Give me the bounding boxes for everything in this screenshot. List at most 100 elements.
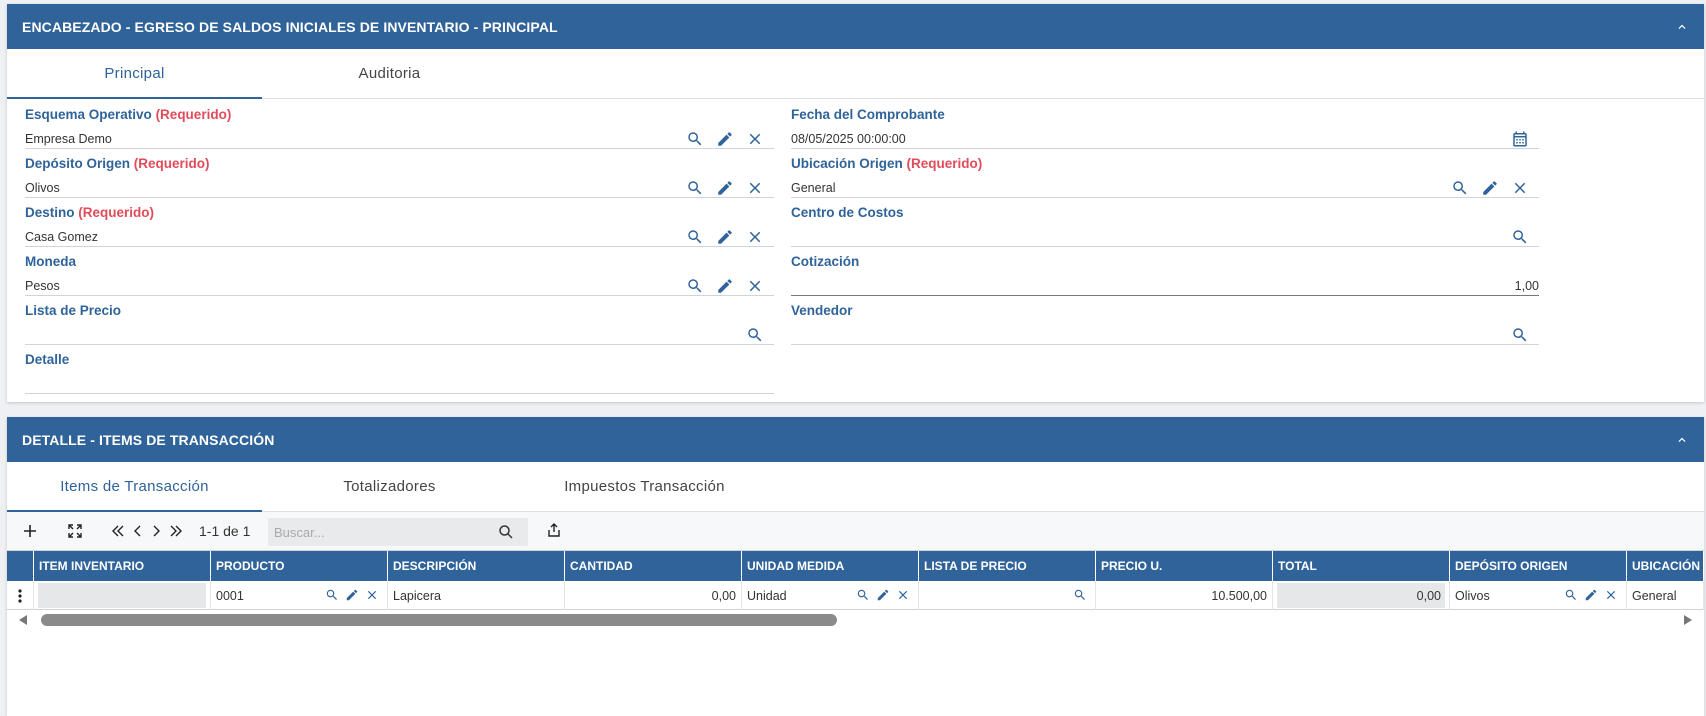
field-fecha-comprobante[interactable]: Fecha del Comprobante 08/05/2025 00:00:0… — [791, 99, 1539, 149]
field-ubicacion-origen[interactable]: Ubicación Origen (Requerido) General — [791, 148, 1539, 198]
search-icon[interactable] — [1511, 228, 1529, 246]
field-deposito-origen[interactable]: Depósito Origen (Requerido) Olivos — [25, 148, 774, 198]
esquema-value: Empresa Demo — [25, 132, 112, 146]
esquema-label: Esquema Operativo — [25, 107, 152, 122]
edit-pencil-icon[interactable] — [1481, 179, 1499, 197]
field-cotizacion[interactable]: Cotización 1,00 — [791, 246, 1539, 296]
clear-close-icon[interactable] — [746, 130, 764, 148]
search-icon[interactable] — [1564, 587, 1578, 603]
last-page-double-chevron-right-icon[interactable] — [167, 522, 185, 540]
required-tag: (Requerido) — [133, 156, 210, 171]
cell-producto[interactable]: 0001 — [211, 581, 388, 610]
edit-pencil-icon[interactable] — [345, 587, 359, 603]
scroll-left-arrow-icon[interactable] — [17, 614, 29, 629]
edit-pencil-icon[interactable] — [716, 179, 734, 197]
detail-tabs: Items de Transacción Totalizadores Impue… — [7, 462, 1704, 512]
cell-precio-u[interactable]: 10.500,00 — [1096, 581, 1273, 610]
clear-close-icon[interactable] — [1511, 179, 1529, 197]
tab-principal[interactable]: Principal — [7, 49, 262, 99]
search-icon[interactable] — [1073, 587, 1087, 603]
col-unidad-medida[interactable]: UNIDAD MEDIDA — [742, 551, 919, 581]
col-item-inventario[interactable]: ITEM INVENTARIO — [34, 551, 211, 581]
calendar-icon[interactable] — [1511, 130, 1529, 148]
cell-cantidad[interactable]: 0,00 — [565, 581, 742, 610]
field-lista-de-precio[interactable]: Lista de Precio — [25, 295, 774, 345]
collapse-header-chevron-up-icon[interactable] — [1675, 20, 1689, 34]
cell-item-inventario[interactable] — [34, 581, 211, 610]
col-descripcion[interactable]: DESCRIPCIÓN — [388, 551, 565, 581]
field-vendedor[interactable]: Vendedor — [791, 295, 1539, 345]
cell-ubicacion[interactable]: General — [1627, 581, 1704, 610]
header-panel-title: ENCABEZADO - EGRESO DE SALDOS INICIALES … — [22, 18, 558, 35]
next-page-chevron-right-icon[interactable] — [147, 522, 165, 540]
edit-pencil-icon[interactable] — [1584, 587, 1598, 603]
col-lista-de-precio[interactable]: LISTA DE PRECIO — [919, 551, 1096, 581]
cell-descripcion[interactable]: Lapicera — [388, 581, 565, 610]
tab-items-transaccion[interactable]: Items de Transacción — [7, 462, 262, 512]
search-icon[interactable] — [686, 228, 704, 246]
edit-pencil-icon[interactable] — [876, 587, 890, 603]
pager-range: 1-1 de 1 — [199, 523, 251, 539]
grid-search-input[interactable] — [268, 518, 488, 546]
field-moneda[interactable]: Moneda Pesos — [25, 246, 774, 296]
clear-close-icon[interactable] — [896, 587, 910, 603]
clear-close-icon[interactable] — [746, 179, 764, 197]
fecha-value: 08/05/2025 00:00:00 — [791, 132, 906, 146]
col-ubicacion[interactable]: UBICACIÓN — [1627, 551, 1704, 581]
col-deposito-origen[interactable]: DEPÓSITO ORIGEN — [1450, 551, 1627, 581]
scroll-right-arrow-icon[interactable] — [1682, 614, 1694, 629]
search-icon[interactable] — [746, 326, 764, 344]
clear-close-icon[interactable] — [746, 277, 764, 295]
expand-fullscreen-icon[interactable] — [66, 522, 84, 540]
field-destino[interactable]: Destino (Requerido) Casa Gomez — [25, 197, 774, 247]
clear-close-icon[interactable] — [746, 228, 764, 246]
col-precio-u[interactable]: PRECIO U. — [1096, 551, 1273, 581]
clear-close-icon[interactable] — [1604, 587, 1618, 603]
total-value: 0,00 — [1277, 583, 1445, 608]
required-tag: (Requerido) — [78, 205, 155, 220]
tab-auditoria[interactable]: Auditoria — [262, 49, 517, 98]
scrollbar-thumb[interactable] — [41, 614, 837, 626]
fecha-label: Fecha del Comprobante — [791, 107, 945, 122]
search-icon[interactable] — [686, 179, 704, 197]
centro-label: Centro de Costos — [791, 205, 904, 220]
cell-lista-de-precio[interactable] — [919, 581, 1096, 610]
destino-label: Destino — [25, 205, 75, 220]
add-plus-icon[interactable] — [21, 522, 39, 540]
search-icon[interactable] — [1511, 326, 1529, 344]
tab-totalizadores[interactable]: Totalizadores — [262, 462, 517, 511]
prev-page-chevron-left-icon[interactable] — [129, 522, 147, 540]
deposito-label: Depósito Origen — [25, 156, 131, 171]
field-centro-de-costos[interactable]: Centro de Costos — [791, 197, 1539, 247]
first-page-double-chevron-left-icon[interactable] — [109, 522, 127, 540]
edit-pencil-icon[interactable] — [716, 277, 734, 295]
horizontal-scrollbar[interactable] — [7, 610, 1704, 630]
col-cantidad[interactable]: CANTIDAD — [565, 551, 742, 581]
unidad-value: Unidad — [747, 588, 787, 603]
search-icon[interactable] — [1451, 179, 1469, 197]
cell-deposito-origen[interactable]: Olivos — [1450, 581, 1627, 610]
required-tag: (Requerido) — [906, 156, 983, 171]
cell-unidad-medida[interactable]: Unidad — [742, 581, 919, 610]
table-row[interactable]: 0001 Lapicera 0,00 Unidad 10.500,00 0,00… — [7, 581, 1704, 610]
header-tabs: Principal Auditoria — [7, 49, 1704, 99]
edit-pencil-icon[interactable] — [716, 130, 734, 148]
search-icon[interactable] — [325, 587, 339, 603]
field-esquema-operativo[interactable]: Esquema Operativo (Requerido) Empresa De… — [25, 99, 774, 149]
cell-total: 0,00 — [1273, 581, 1450, 610]
cotizacion-value: 1,00 — [1514, 279, 1539, 293]
col-producto[interactable]: PRODUCTO — [211, 551, 388, 581]
search-icon[interactable] — [686, 277, 704, 295]
search-icon[interactable] — [856, 587, 870, 603]
edit-pencil-icon[interactable] — [716, 228, 734, 246]
tab-impuestos-transaccion[interactable]: Impuestos Transacción — [517, 462, 772, 511]
item-inventario-value — [38, 583, 206, 608]
field-detalle[interactable]: Detalle — [25, 344, 774, 394]
clear-close-icon[interactable] — [365, 587, 379, 603]
collapse-detail-chevron-up-icon[interactable] — [1675, 433, 1689, 447]
search-icon[interactable] — [498, 524, 514, 543]
row-menu-kebab-icon[interactable] — [7, 581, 34, 610]
export-share-icon[interactable] — [545, 521, 563, 539]
col-total[interactable]: TOTAL — [1273, 551, 1450, 581]
search-icon[interactable] — [686, 130, 704, 148]
